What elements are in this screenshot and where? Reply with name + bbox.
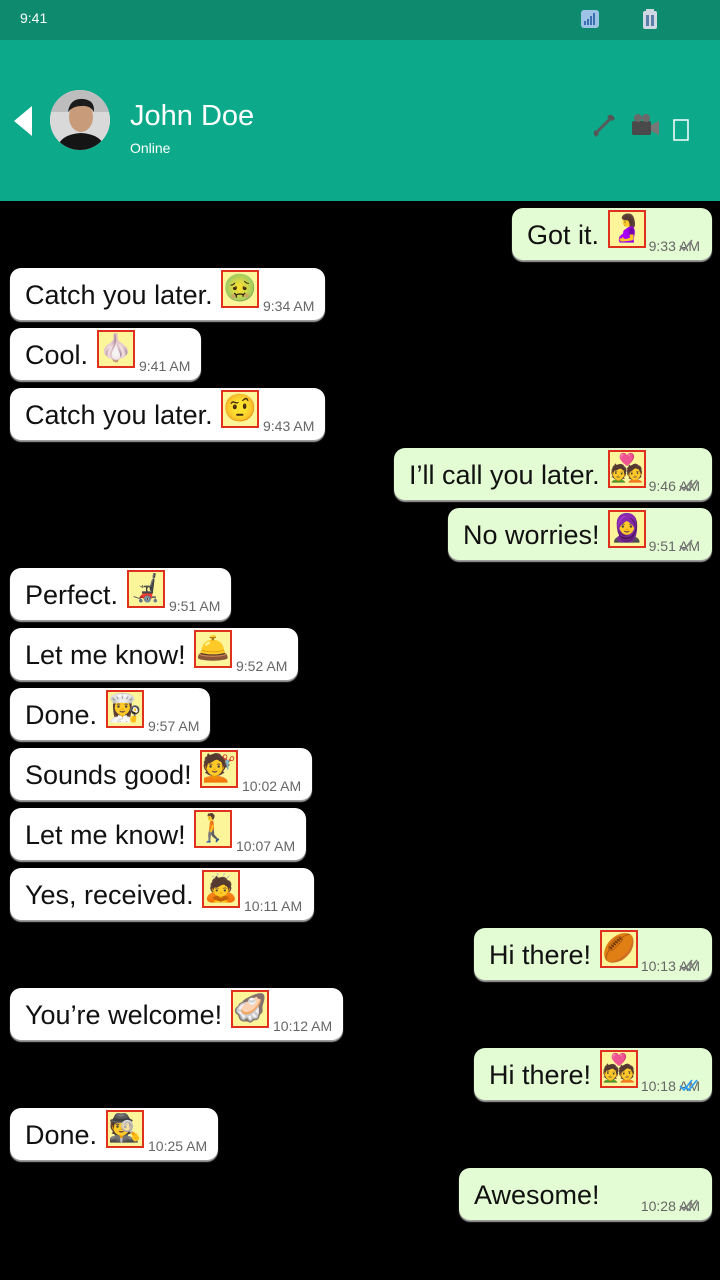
emoji-icon: 🦪 xyxy=(231,990,269,1028)
incoming-message-bubble[interactable]: Cool. 🧄 9:41 AM xyxy=(10,328,201,380)
message-timestamp: 9:51 AM xyxy=(169,598,221,614)
emoji-icon: 🙇 xyxy=(202,870,240,908)
message-text: Let me know! xyxy=(25,640,186,670)
message-text: You’re welcome! xyxy=(25,1000,223,1030)
emoji-icon: 💑 xyxy=(600,1050,638,1088)
presence-status: Online xyxy=(130,140,171,156)
message-text: Awesome! xyxy=(474,1180,600,1210)
chat-header: John Doe Online xyxy=(0,40,720,201)
single-check-icon xyxy=(679,239,693,252)
outgoing-message-bubble[interactable]: Got it. 🤰 9:33 AM xyxy=(512,208,712,260)
message-timestamp: 10:12 AM xyxy=(273,1018,333,1034)
battery-icon xyxy=(643,9,657,29)
message-text: No worries! xyxy=(463,520,600,550)
incoming-message-bubble[interactable]: Catch you later. 🤢 9:34 AM xyxy=(10,268,325,320)
incoming-message-bubble[interactable]: Sounds good! 💇 10:02 AM xyxy=(10,748,312,800)
phone-icon[interactable] xyxy=(590,112,618,140)
double-check-icon xyxy=(679,479,698,492)
message-timestamp: 10:07 AM xyxy=(236,838,296,854)
emoji-icon: 🤰 xyxy=(608,210,646,248)
double-check-icon xyxy=(679,959,698,972)
message-timestamp: 9:57 AM xyxy=(148,718,200,734)
double-check-icon xyxy=(679,1079,698,1092)
message-text: Cool. xyxy=(25,340,89,370)
message-text: Done. xyxy=(25,700,98,730)
incoming-message-bubble[interactable]: Let me know! 🚶 10:07 AM xyxy=(10,808,306,860)
outgoing-message-bubble[interactable]: No worries! 🧕 9:51 AM xyxy=(448,508,712,560)
message-text: Perfect. xyxy=(25,580,119,610)
emoji-icon: 💇 xyxy=(200,750,238,788)
single-check-icon xyxy=(679,539,693,552)
menu-icon[interactable] xyxy=(673,119,689,141)
message-text: Sounds good! xyxy=(25,760,192,790)
incoming-message-bubble[interactable]: Catch you later. 🤨 9:43 AM xyxy=(10,388,325,440)
emoji-icon: 🕵️ xyxy=(106,1110,144,1148)
message-timestamp: 9:34 AM xyxy=(263,298,315,314)
contact-name[interactable]: John Doe xyxy=(130,100,254,133)
message-timestamp: 10:11 AM xyxy=(244,898,303,914)
avatar-photo xyxy=(50,90,110,150)
video-camera-icon[interactable] xyxy=(630,112,660,140)
incoming-message-bubble[interactable]: Done. 🕵️ 10:25 AM xyxy=(10,1108,218,1160)
message-text: Let me know! xyxy=(25,820,186,850)
incoming-message-bubble[interactable]: Yes, received. 🙇 10:11 AM xyxy=(10,868,314,920)
emoji-icon: 💑 xyxy=(608,450,646,488)
message-timestamp: 9:43 AM xyxy=(263,418,315,434)
emoji-icon: 🏉 xyxy=(600,930,638,968)
message-timestamp: 9:41 AM xyxy=(139,358,191,374)
message-text: Yes, received. xyxy=(25,880,194,910)
message-timestamp: 9:52 AM xyxy=(236,658,288,674)
emoji-icon: 🦼 xyxy=(127,570,165,608)
message-timestamp: 10:25 AM xyxy=(148,1138,208,1154)
emoji-icon: 🛎️ xyxy=(194,630,232,668)
emoji-icon: 🚶 xyxy=(194,810,232,848)
outgoing-message-bubble[interactable]: I’ll call you later. 💑 9:46 AM xyxy=(394,448,712,500)
message-text: Hi there! xyxy=(489,1060,592,1090)
message-text: Done. xyxy=(25,1120,98,1150)
double-check-icon xyxy=(679,1199,698,1212)
emoji-icon: 🧄 xyxy=(97,330,135,368)
message-text: I’ll call you later. xyxy=(409,460,600,490)
emoji-icon: 👩‍🍳 xyxy=(106,690,144,728)
emoji-icon: 🤨 xyxy=(221,390,259,428)
outgoing-message-bubble[interactable]: Hi there! 🏉 10:13 AM xyxy=(474,928,712,980)
incoming-message-bubble[interactable]: You’re welcome! 🦪 10:12 AM xyxy=(10,988,343,1040)
signal-icon xyxy=(581,10,599,28)
message-text: Got it. xyxy=(527,220,600,250)
avatar[interactable] xyxy=(50,90,110,150)
message-text: Catch you later. xyxy=(25,280,213,310)
outgoing-message-bubble[interactable]: Awesome! 10:28 AM xyxy=(459,1168,712,1220)
message-timestamp: 10:02 AM xyxy=(242,778,302,794)
status-time: 9:41 xyxy=(20,10,48,26)
outgoing-message-bubble[interactable]: Hi there! 💑 10:18 AM xyxy=(474,1048,712,1100)
message-text: Hi there! xyxy=(489,940,592,970)
emoji-icon: 🤢 xyxy=(221,270,259,308)
incoming-message-bubble[interactable]: Done. 👩‍🍳 9:57 AM xyxy=(10,688,210,740)
message-list[interactable]: Got it. 🤰 9:33 AM Catch you later. 🤢 9:34 AM C… xyxy=(0,201,720,1280)
status-bar: 9:41 xyxy=(0,0,720,40)
back-arrow-icon[interactable] xyxy=(14,106,32,136)
incoming-message-bubble[interactable]: Perfect. 🦼 9:51 AM xyxy=(10,568,231,620)
incoming-message-bubble[interactable]: Let me know! 🛎️ 9:52 AM xyxy=(10,628,298,680)
emoji-icon: 🧕 xyxy=(608,510,646,548)
message-text: Catch you later. xyxy=(25,400,213,430)
